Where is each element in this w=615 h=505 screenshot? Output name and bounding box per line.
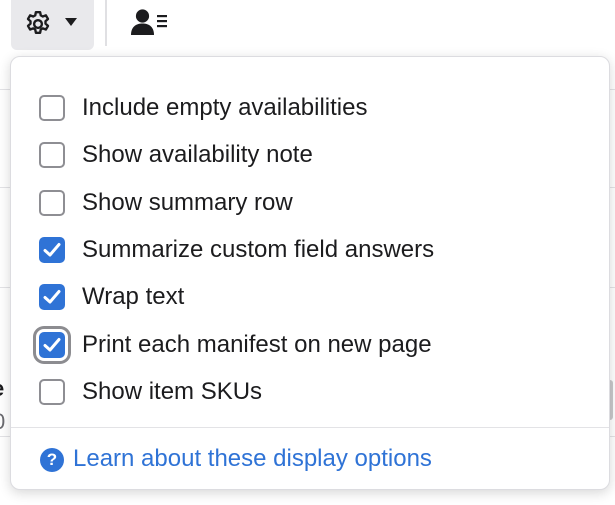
gear-icon (26, 10, 50, 34)
checkbox[interactable] (39, 190, 65, 216)
display-settings-button[interactable] (11, 0, 94, 50)
checkmark-icon (43, 290, 61, 304)
checkbox[interactable] (39, 379, 65, 405)
display-option-label: Show availability note (82, 141, 313, 168)
display-option[interactable]: Summarize custom field answers (39, 229, 579, 269)
question-circle-icon: ? (40, 448, 64, 472)
checkmark-icon (43, 243, 61, 257)
toolbar-divider (105, 0, 107, 46)
display-option[interactable]: Show item SKUs (39, 371, 579, 411)
menu-divider (11, 427, 609, 428)
checkmark-icon (43, 338, 61, 352)
display-options-menu: Include empty availabilities Show availab… (10, 56, 610, 490)
background-row-value: 0 (0, 410, 5, 434)
checkbox[interactable] (39, 95, 65, 121)
checkbox[interactable] (39, 142, 65, 168)
display-option-label: Show item SKUs (82, 378, 263, 405)
background-row-label: e (0, 377, 4, 401)
display-option-label: Wrap text (82, 283, 185, 310)
display-option-label: Show summary row (82, 189, 293, 216)
display-option[interactable]: Show summary row (39, 182, 579, 222)
checkbox-checked[interactable] (39, 284, 65, 310)
caret-down-icon (65, 18, 77, 26)
display-option-label: Include empty availabilities (82, 94, 368, 121)
display-option[interactable]: Show availability note (39, 134, 579, 174)
person-list-icon (131, 9, 167, 35)
display-option-label: Summarize custom field answers (82, 236, 435, 263)
display-option[interactable]: Wrap text (39, 276, 579, 316)
checkbox-checked[interactable] (39, 237, 65, 263)
display-option[interactable]: Print each manifest on new page (39, 324, 579, 364)
toolbar (0, 0, 615, 52)
display-option-label: Print each manifest on new page (82, 331, 432, 358)
display-option[interactable]: Include empty availabilities (39, 87, 579, 127)
manifest-view-button[interactable] (122, 2, 178, 42)
screen: e 0 Include empty availabilitiesSho (0, 0, 615, 505)
help-link-label[interactable]: Learn about these display options (73, 444, 432, 474)
checkbox-checked[interactable] (39, 332, 65, 358)
